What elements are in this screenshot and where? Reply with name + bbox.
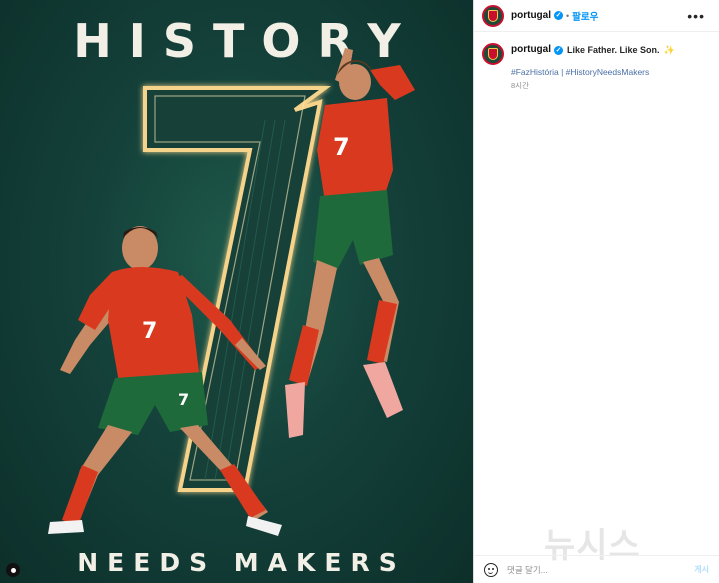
verified-badge-icon: ✓ [554,45,563,55]
emoji-picker-icon[interactable] [484,562,498,577]
separator-dot: • [566,10,570,21]
post-side-panel: portugal ✓ • 팔로우 ••• portugal ✓ Like Fat… [473,0,719,583]
post-timestamp[interactable]: 8시간 [511,81,675,92]
post-header: portugal ✓ • 팔로우 ••• [474,0,719,32]
follow-button[interactable]: 팔로우 [572,9,598,23]
username-link[interactable]: portugal [511,10,551,21]
crest-icon [488,48,498,60]
caption-text: Like Father. Like Son. [567,44,660,55]
tagged-user-icon[interactable] [6,563,20,577]
post-image[interactable]: HISTORY 7 7 7 NEEDS MAKERS [0,0,473,583]
sparkle-emoji-icon: ✨ [663,44,675,55]
more-options-icon[interactable]: ••• [687,8,705,24]
comment-input[interactable] [507,564,695,575]
left-shorts-number: 7 [178,390,189,409]
player-left-figure: 7 7 [48,226,282,536]
caption-username-link[interactable]: portugal [511,43,551,58]
hashtags-link[interactable]: #FazHistória | #HistoryNeedsMakers [511,67,649,77]
post-comment-button[interactable]: 게시 [694,564,709,575]
caption-block: portugal ✓ Like Father. Like Son. ✨ #Faz… [482,43,711,92]
verified-badge-icon: ✓ [554,11,563,20]
poster-subtitle: NEEDS MAKERS [77,548,406,577]
caption-avatar[interactable] [482,43,504,65]
crest-icon [488,9,498,22]
comment-bar: 게시 [474,555,719,583]
right-shirt-number: 7 [333,133,350,161]
instagram-post-view: HISTORY 7 7 7 NEEDS MAKERS portugal ✓ • … [0,0,719,583]
player-right-figure: 7 [285,48,415,438]
avatar[interactable] [482,4,504,27]
left-shirt-number: 7 [142,319,157,344]
